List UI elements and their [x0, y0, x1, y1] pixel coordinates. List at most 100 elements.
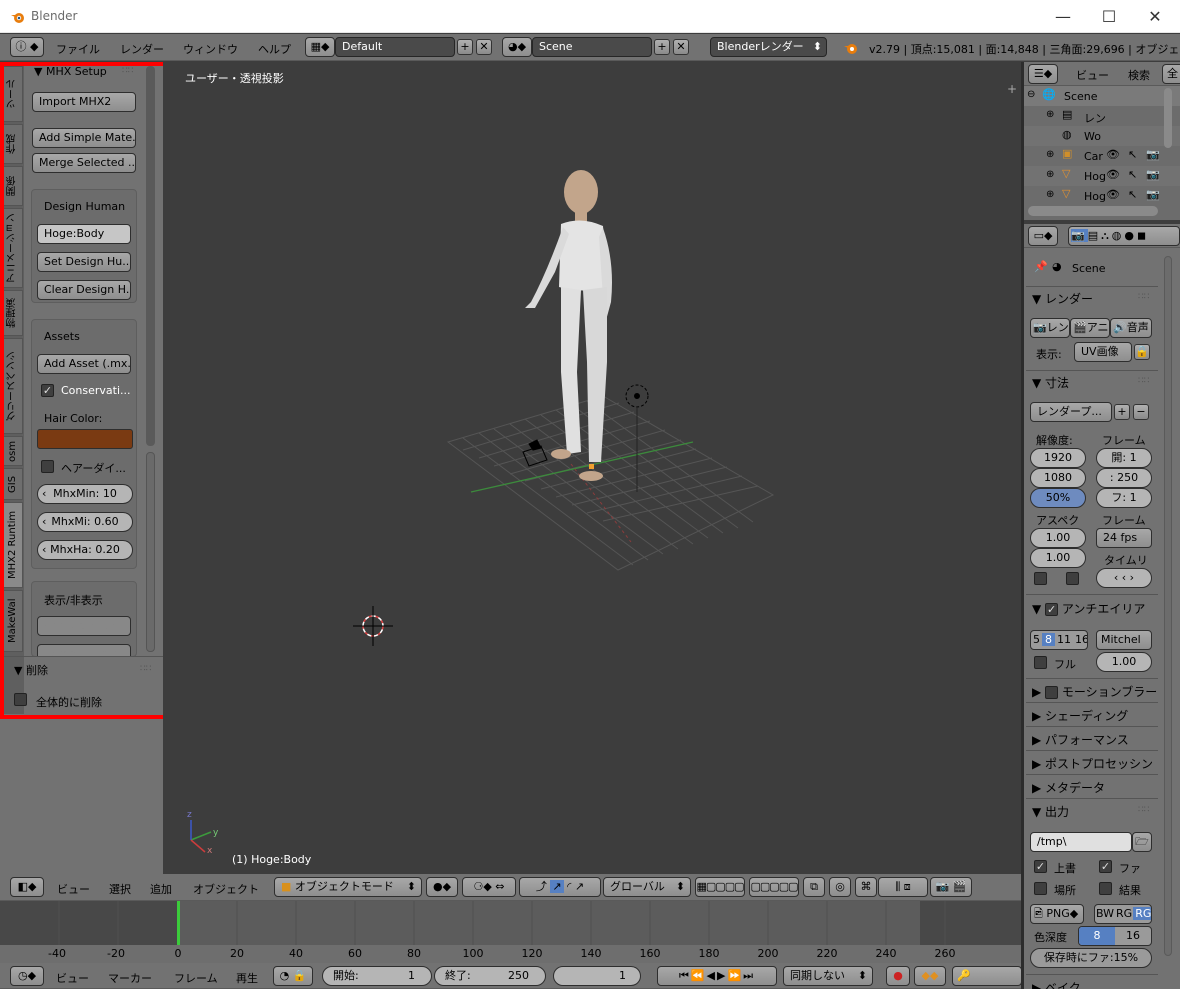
- cursor-icon[interactable]: ↖: [1128, 148, 1137, 161]
- record-icon[interactable]: ●: [886, 966, 910, 986]
- shading-selector[interactable]: ●◆: [426, 877, 458, 897]
- scene-icon[interactable]: ◕◆: [502, 37, 532, 57]
- outliner-row[interactable]: ◍ Wo: [1024, 126, 1180, 146]
- render-engine-selector[interactable]: Blenderレンダー ⬍: [710, 37, 827, 57]
- layers-grid-1[interactable]: ▦▢▢▢▢: [695, 877, 745, 897]
- eye-icon[interactable]: 👁: [1106, 148, 1120, 161]
- keying-set-icon[interactable]: ◆◆: [914, 966, 946, 986]
- render-audio-button[interactable]: 🔊音声: [1110, 318, 1152, 338]
- menu-select[interactable]: 選択: [109, 881, 131, 897]
- start-frame-field[interactable]: 開始: 1: [322, 966, 432, 986]
- add-scene-icon[interactable]: +: [654, 39, 670, 55]
- outliner-editor-type[interactable]: ☰◆: [1028, 64, 1058, 84]
- resolution-x-field[interactable]: 1920: [1030, 448, 1086, 468]
- eye-icon[interactable]: 👁: [1106, 168, 1120, 181]
- menu-view[interactable]: ビュー: [57, 881, 90, 897]
- cursor-icon[interactable]: ↖: [1128, 188, 1137, 201]
- menu-object[interactable]: オブジェクト: [193, 881, 259, 897]
- properties-context-tabs[interactable]: 📷▤⛬◍●◼: [1068, 226, 1180, 246]
- mode-selector[interactable]: ■ オブジェクトモード ⬍: [274, 877, 422, 897]
- resolution-y-field[interactable]: 1080: [1030, 468, 1086, 488]
- remove-scene-icon[interactable]: ✕: [673, 39, 689, 55]
- dimensions-section-header[interactable]: ▼ 寸法: [1032, 374, 1069, 391]
- add-preset-icon[interactable]: +: [1114, 404, 1130, 420]
- file-format-selector[interactable]: 🖻 PNG◆: [1030, 904, 1084, 924]
- menu-playback[interactable]: 再生: [236, 970, 258, 986]
- outliner-row[interactable]: ⊖ 🌐 Scene: [1024, 86, 1180, 106]
- folder-icon[interactable]: 🗁: [1132, 832, 1152, 852]
- outliner-vscrollbar[interactable]: [1164, 88, 1172, 148]
- close-button[interactable]: ✕: [1132, 4, 1178, 30]
- fps-selector[interactable]: 24 fps: [1096, 528, 1152, 548]
- placeholders-checkbox[interactable]: [1034, 882, 1047, 895]
- render-icon[interactable]: 📷: [1146, 168, 1160, 181]
- aa-samples[interactable]: 5 8 11 16: [1030, 630, 1088, 650]
- pivot-selector[interactable]: ⚆◆ ⇔: [462, 877, 516, 897]
- viewport-3d[interactable]: ユーザー・透視投影 + y x z (1) Hoge:Body: [163, 62, 1022, 874]
- render-section-header[interactable]: ▼ レンダー: [1032, 290, 1093, 307]
- sync-selector[interactable]: 同期しない ⬍: [783, 966, 873, 986]
- timeline[interactable]: -40 -20 0 20 40 60 80 100 120 140 160 18…: [0, 901, 1022, 963]
- file-ext-checkbox[interactable]: ✓: [1099, 860, 1112, 873]
- playback-controls[interactable]: ⏮⏪◀▶⏩⏭: [657, 966, 777, 986]
- remove-layout-icon[interactable]: ✕: [476, 39, 492, 55]
- frame-step-field[interactable]: フ: 1: [1096, 488, 1152, 508]
- render-icon[interactable]: 📷: [1146, 188, 1160, 201]
- render-animation-button[interactable]: 🎬アニ: [1070, 318, 1110, 338]
- screen-layout-icon[interactable]: ▦◆: [305, 37, 335, 57]
- outliner-row[interactable]: ⊕ ▽ Hog 👁 ↖ 📷: [1024, 166, 1180, 186]
- cursor-icon[interactable]: ↖: [1128, 168, 1137, 181]
- menu-frame[interactable]: フレーム: [174, 970, 218, 986]
- maximize-button[interactable]: ☐: [1086, 4, 1132, 30]
- color-depth-buttons[interactable]: 8 16: [1078, 926, 1152, 946]
- aa-size-field[interactable]: 1.00: [1096, 652, 1152, 672]
- render-icon[interactable]: 📷: [1146, 148, 1160, 161]
- outliner-row[interactable]: ⊕ ▽ Hog 👁 ↖ 📷: [1024, 186, 1180, 206]
- add-layout-icon[interactable]: +: [457, 39, 473, 55]
- cache-result-checkbox[interactable]: [1099, 882, 1112, 895]
- menu-window[interactable]: ウィンドウ: [183, 41, 238, 57]
- post-processing-section[interactable]: ▶ ポストプロセッシン: [1032, 755, 1162, 772]
- preview-range-icons[interactable]: ◔ 🔒: [273, 966, 313, 986]
- render-preset-selector[interactable]: レンダープ...: [1030, 402, 1112, 422]
- metadata-section[interactable]: ▶ メタデータ: [1032, 779, 1105, 796]
- properties-scrollbar[interactable]: [1164, 256, 1172, 956]
- compression-slider[interactable]: 保存時にファ:15%: [1030, 948, 1152, 968]
- output-section-header[interactable]: ▼ 出力: [1032, 803, 1069, 820]
- snap-element-icon[interactable]: ⫼ ⧈: [878, 877, 928, 897]
- overwrite-checkbox[interactable]: ✓: [1034, 860, 1047, 873]
- keyframe-type-icon[interactable]: 🔑: [952, 966, 1022, 986]
- current-frame-field[interactable]: 1: [553, 966, 641, 986]
- menu-render[interactable]: レンダー: [120, 41, 164, 57]
- frame-end-field[interactable]: : 250: [1096, 468, 1152, 488]
- outliner-display-mode[interactable]: 全: [1162, 64, 1180, 84]
- aa-section-header[interactable]: ▼ ✓ アンチエイリア: [1032, 600, 1145, 617]
- menu-add[interactable]: 追加: [150, 881, 172, 897]
- remove-preset-icon[interactable]: −: [1133, 404, 1149, 420]
- outliner-row[interactable]: ⊕ ▣ Car 👁 ↖ 📷: [1024, 146, 1180, 166]
- properties-editor-type[interactable]: ▭◆: [1028, 226, 1058, 246]
- minimize-button[interactable]: —: [1040, 4, 1086, 30]
- aspect-x-field[interactable]: 1.00: [1030, 528, 1086, 548]
- render-icons[interactable]: 📷 🎬: [930, 877, 972, 897]
- border-checkbox[interactable]: [1034, 572, 1047, 585]
- shading-section[interactable]: ▶ シェーディング: [1032, 707, 1128, 724]
- lock-icon[interactable]: 🔒: [1134, 344, 1150, 360]
- output-path-field[interactable]: /tmp\: [1030, 832, 1132, 852]
- full-sample-checkbox[interactable]: [1034, 656, 1047, 669]
- menu-marker[interactable]: マーカー: [108, 970, 152, 986]
- timeline-editor-type[interactable]: ◷◆: [10, 966, 44, 986]
- orientation-selector[interactable]: グローバル ⬍: [603, 877, 691, 897]
- aa-checkbox[interactable]: ✓: [1045, 603, 1059, 616]
- render-image-button[interactable]: 📷レン: [1030, 318, 1070, 338]
- layout-selector[interactable]: Default: [335, 37, 455, 57]
- eye-icon[interactable]: 👁: [1106, 188, 1120, 201]
- crop-checkbox[interactable]: [1066, 572, 1079, 585]
- bake-section[interactable]: ▶ ベイク: [1032, 979, 1081, 989]
- scene-selector[interactable]: Scene: [532, 37, 652, 57]
- motion-blur-checkbox[interactable]: [1045, 686, 1059, 699]
- motion-blur-section[interactable]: ▶ モーションブラー: [1032, 683, 1164, 700]
- aspect-y-field[interactable]: 1.00: [1030, 548, 1086, 568]
- menu-timeline-view[interactable]: ビュー: [56, 970, 89, 986]
- layers-grid-2[interactable]: ▢▢▢▢▢: [749, 877, 799, 897]
